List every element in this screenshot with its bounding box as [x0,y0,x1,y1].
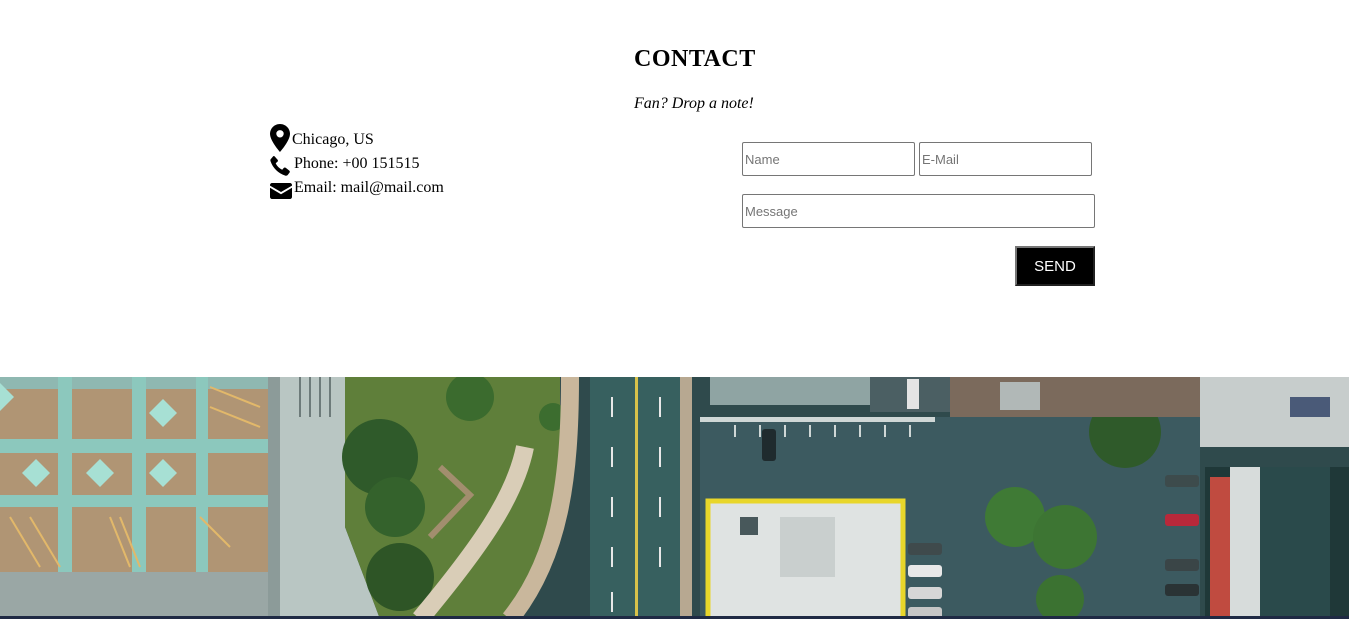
contact-info: Chicago, US Phone: +00 151515 Email: mai… [270,124,444,200]
contact-subtitle: Fan? Drop a note! [634,95,754,112]
email-text: Email: mail@mail.com [294,179,444,196]
email-row: Email: mail@mail.com [270,176,444,200]
send-button[interactable]: SEND [1015,246,1095,286]
message-input[interactable] [742,194,1095,228]
name-input[interactable] [742,142,915,176]
aerial-city-illustration [0,377,1349,619]
email-input[interactable] [919,142,1092,176]
contact-title: CONTACT [634,46,756,72]
phone-text: Phone: +00 151515 [294,155,420,172]
phone-row: Phone: +00 151515 [270,152,444,176]
map-marker-icon [270,124,290,152]
location-row: Chicago, US [270,124,444,152]
envelope-icon [270,183,292,199]
contact-page: CONTACT Fan? Drop a note! Chicago, US Ph… [0,0,1349,619]
phone-icon [270,156,290,176]
location-text: Chicago, US [292,131,374,148]
aerial-city-image [0,377,1349,619]
